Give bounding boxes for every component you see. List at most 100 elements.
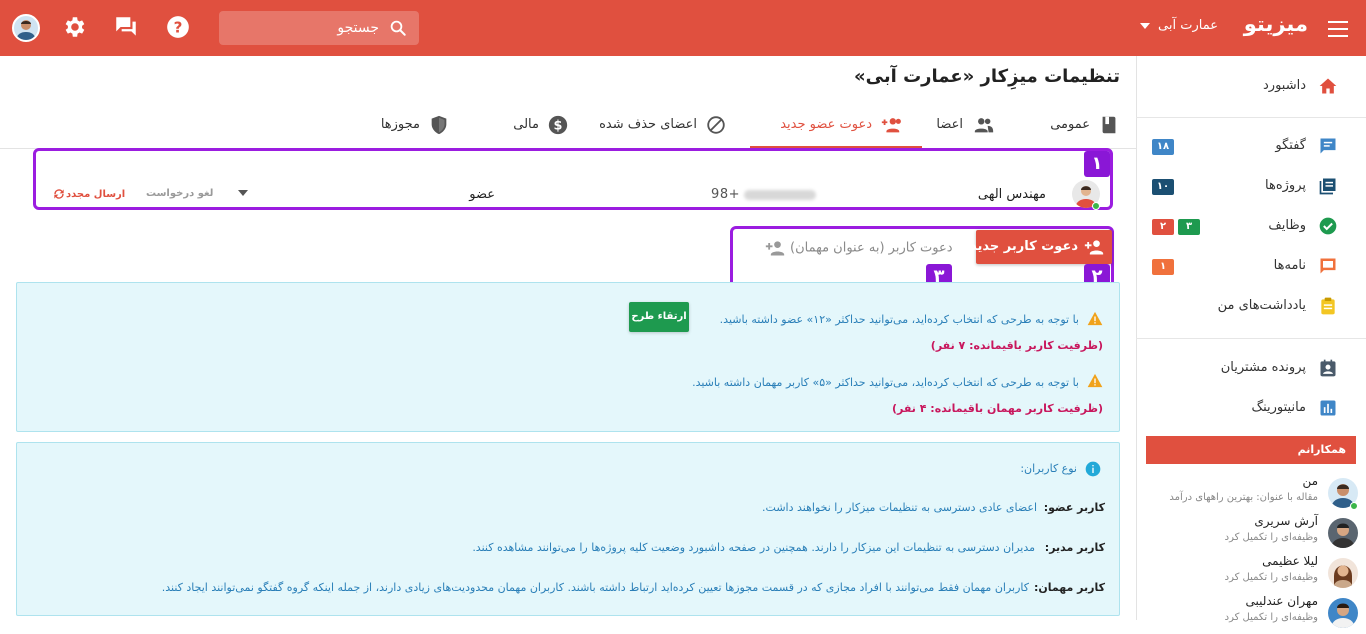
tab-label: عمومی xyxy=(1050,117,1090,132)
tasks-icon xyxy=(1319,217,1337,235)
tab-label: دعوت عضو جدید xyxy=(780,117,872,132)
sidebar-item-dashboard[interactable]: داشبورد xyxy=(1136,66,1366,106)
guest-type-text: کاربران مهمان فقط می‌توانند با افراد مجا… xyxy=(161,581,1029,594)
home-icon xyxy=(1319,78,1337,94)
tab-general[interactable]: عمومی xyxy=(1020,102,1120,148)
sidebar-item-label: داشبورد xyxy=(1263,78,1306,93)
invite-icon xyxy=(881,118,901,133)
tab-finance[interactable]: $ مالی xyxy=(499,102,569,148)
shield-icon xyxy=(431,115,447,135)
chat-icon xyxy=(1320,138,1336,154)
mail-count-badge: ۱ xyxy=(1152,259,1174,275)
tab-label: اعضای حذف شده xyxy=(599,117,697,132)
sidebar-item-chat[interactable]: گفتگو ۱۸ xyxy=(1136,126,1366,166)
colleague-status: وظیفه‌ای را تکمیل کرد xyxy=(1224,612,1318,623)
colleague-item[interactable]: لیلا عظیمی وظیفه‌ای را تکمیل کرد xyxy=(1144,554,1358,594)
tab-label: مالی xyxy=(513,117,539,132)
colleague-item[interactable]: مهران عندلیبی وظیفه‌ای را تکمیل کرد xyxy=(1144,594,1358,634)
colleague-name: لیلا عظیمی xyxy=(1262,554,1318,568)
blurred-phone-digits xyxy=(744,189,816,200)
colleagues-header: همکارانم xyxy=(1146,436,1356,464)
colleague-name: من xyxy=(1302,474,1318,488)
notes-icon xyxy=(1321,297,1335,315)
warning-icon xyxy=(1087,311,1103,326)
cancel-request-button[interactable]: لغو درخواست xyxy=(146,188,213,199)
manager-type-label: کاربر مدیر: xyxy=(1044,541,1105,554)
svg-text:$: $ xyxy=(554,119,563,134)
customers-icon xyxy=(1320,359,1336,377)
add-user-icon xyxy=(765,241,785,256)
svg-text:?: ? xyxy=(174,18,183,36)
upgrade-plan-button[interactable]: ارتقاء طرح xyxy=(629,302,689,332)
capacity-info-box: با توجه به طرحی که انتخاب کرده‌اید، می‌ت… xyxy=(16,282,1120,432)
sidebar-item-label: گفتگو xyxy=(1275,138,1306,153)
colleague-item[interactable]: آرش سریری وظیفه‌ای را تکمیل کرد xyxy=(1144,514,1358,554)
projects-count-badge: ۱۰ xyxy=(1152,179,1174,195)
role-dropdown-icon[interactable] xyxy=(238,190,248,196)
tab-invite-member[interactable]: دعوت عضو جدید xyxy=(750,102,922,148)
workspace-selector[interactable]: عمارت آبی xyxy=(1140,18,1218,33)
sidebar-divider xyxy=(1136,338,1366,339)
sidebar: داشبورد گفتگو ۱۸ پروژه‌ها ۱۰ وظایف ۳ ۲ ن… xyxy=(1136,56,1366,628)
messages-icon[interactable] xyxy=(113,14,139,40)
tab-members[interactable]: اعضا xyxy=(925,102,995,148)
guest-remaining-text: (ظرفیت کاربر مهمان باقیمانده: ۴ نفر) xyxy=(892,402,1103,415)
add-user-icon xyxy=(1084,240,1104,255)
sidebar-item-label: نامه‌ها xyxy=(1273,258,1306,273)
sidebar-item-customers[interactable]: پرونده مشتریان xyxy=(1136,348,1366,388)
user-types-heading: نوع کاربران: xyxy=(1020,462,1077,475)
people-icon xyxy=(974,118,994,133)
hamburger-menu-icon[interactable] xyxy=(1326,16,1350,40)
sidebar-item-notes[interactable]: یادداشت‌های من xyxy=(1136,286,1366,326)
sidebar-item-monitoring[interactable]: مانیتورینگ xyxy=(1136,388,1366,428)
tasks-done-badge: ۳ xyxy=(1178,219,1200,235)
sidebar-item-label: پروژه‌ها xyxy=(1265,178,1306,193)
block-icon xyxy=(707,116,725,134)
colleague-name: مهران عندلیبی xyxy=(1245,594,1318,608)
online-indicator xyxy=(1092,202,1100,210)
chat-count-badge: ۱۸ xyxy=(1152,139,1174,155)
sidebar-item-label: پرونده مشتریان xyxy=(1220,360,1306,375)
annotation-marker-1: ۱ xyxy=(1084,151,1110,177)
colleague-avatar xyxy=(1328,518,1358,548)
guest-type-label: کاربر مهمان: xyxy=(1033,581,1105,594)
invite-guest-button[interactable]: دعوت کاربر (به عنوان مهمان) xyxy=(764,238,953,258)
search-icon xyxy=(390,20,406,36)
user-avatar[interactable] xyxy=(12,14,40,42)
mail-icon xyxy=(1320,258,1336,274)
sidebar-item-mail[interactable]: نامه‌ها ۱ xyxy=(1136,246,1366,286)
main-content: تنظیمات میزِکار «عمارت آبی» عمومی اعضا د… xyxy=(0,56,1136,620)
member-capacity-text: با توجه به طرحی که انتخاب کرده‌اید، می‌ت… xyxy=(719,313,1079,326)
search-box[interactable] xyxy=(219,11,419,45)
colleague-avatar xyxy=(1328,558,1358,588)
settings-tabs: عمومی اعضا دعوت عضو جدید اعضای حذف شده $… xyxy=(0,102,1120,148)
tab-permissions[interactable]: مجوزها xyxy=(380,102,450,148)
online-indicator xyxy=(1350,502,1358,510)
invite-new-user-button[interactable]: دعوت کاربر جدید xyxy=(970,230,1112,264)
resend-button[interactable]: ارسال مجدد xyxy=(48,187,125,201)
gear-icon[interactable] xyxy=(61,14,87,40)
sidebar-divider xyxy=(1136,117,1366,118)
guest-capacity-text: با توجه به طرحی که انتخاب کرده‌اید، می‌ت… xyxy=(692,376,1079,389)
tasks-overdue-badge: ۲ xyxy=(1152,219,1174,235)
workspace-name: عمارت آبی xyxy=(1158,18,1218,33)
colleague-status: وظیفه‌ای را تکمیل کرد xyxy=(1224,572,1318,583)
colleague-avatar xyxy=(1328,598,1358,628)
dollar-icon: $ xyxy=(548,115,568,135)
colleague-item[interactable]: من مقاله با عنوان: بهترین راههای درآمد xyxy=(1144,474,1358,514)
brand-logo[interactable]: میزیتو xyxy=(1244,12,1308,36)
tab-label: اعضا xyxy=(936,117,963,132)
sidebar-item-projects[interactable]: پروژه‌ها ۱۰ xyxy=(1136,166,1366,206)
info-icon xyxy=(1085,461,1101,477)
chevron-down-icon xyxy=(1140,22,1151,29)
colleague-status: مقاله با عنوان: بهترین راههای درآمد xyxy=(1169,492,1318,503)
colleague-status: وظیفه‌ای را تکمیل کرد xyxy=(1224,532,1318,543)
help-icon[interactable]: ? xyxy=(165,14,191,40)
sidebar-item-label: یادداشت‌های من xyxy=(1217,298,1306,313)
page-title: تنظیمات میزِکار «عمارت آبی» xyxy=(854,66,1120,87)
user-types-info-box: نوع کاربران: کاربر عضو: اعضای عادی دسترس… xyxy=(16,442,1120,616)
tab-removed-members[interactable]: اعضای حذف شده xyxy=(587,102,727,148)
sidebar-item-label: مانیتورینگ xyxy=(1251,400,1306,415)
sidebar-item-tasks[interactable]: وظایف ۳ ۲ xyxy=(1136,206,1366,246)
search-input[interactable] xyxy=(229,11,379,45)
